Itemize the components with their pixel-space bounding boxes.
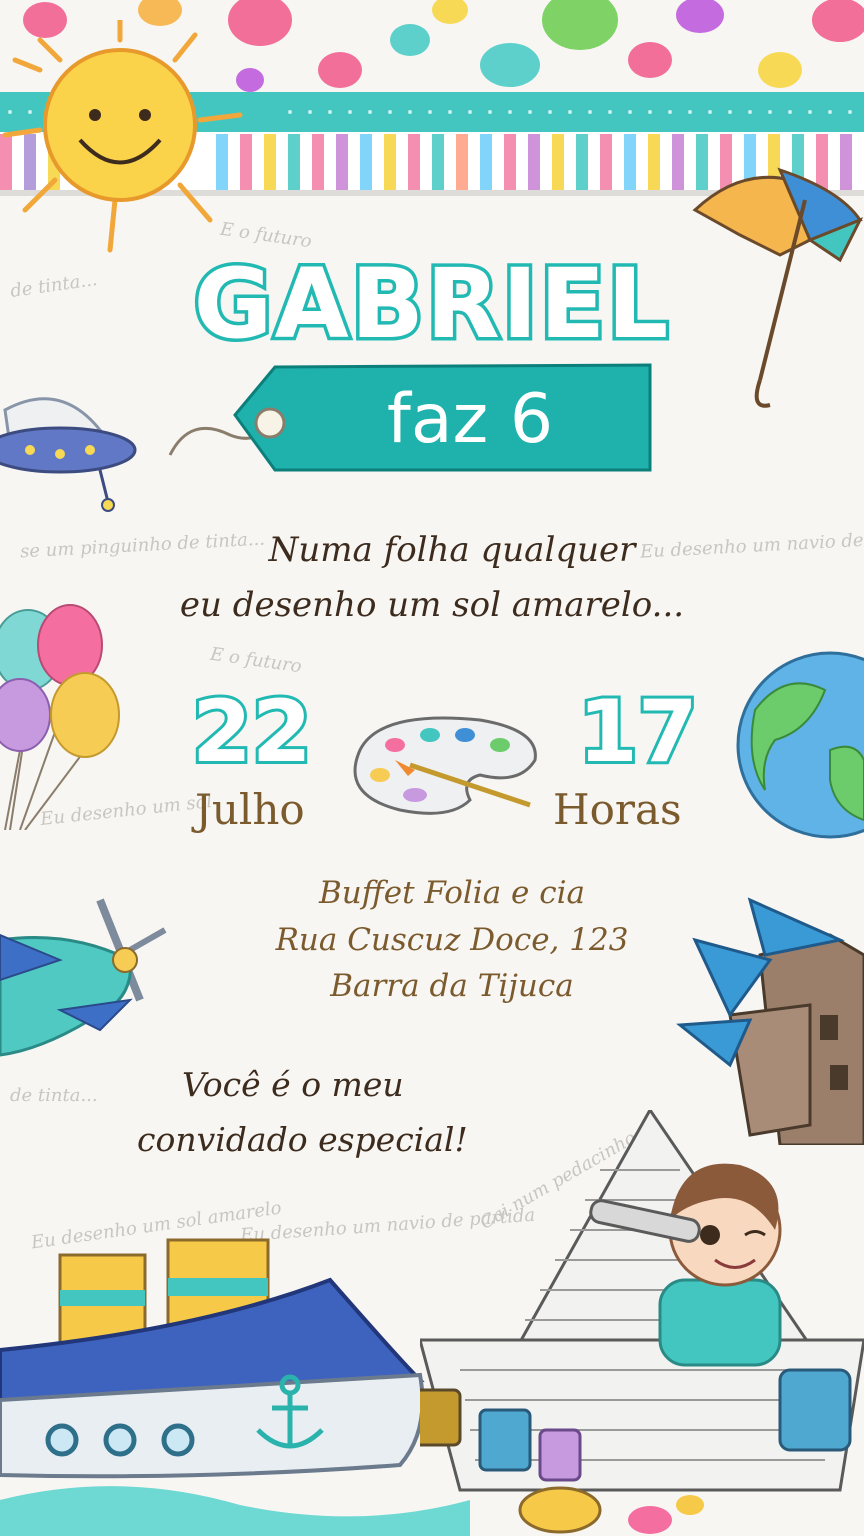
background-doodle-text: de tinta...	[10, 1085, 98, 1106]
age-tag-text: faz 6	[386, 380, 554, 459]
castle-illustration	[676, 897, 864, 1145]
birthday-child-name: GABRIEL	[190, 245, 672, 364]
paper-boat-illustration	[420, 1110, 864, 1534]
invite-line-1: Você é o meu	[182, 1065, 404, 1104]
event-month: Julho	[195, 785, 305, 834]
invite-line-2: convidado especial!	[137, 1120, 468, 1159]
poem-line-2: eu desenho um sol amarelo...	[179, 585, 685, 625]
balloons-illustration	[0, 604, 120, 830]
event-hour: 17	[575, 679, 701, 785]
ship-illustration	[0, 1238, 470, 1536]
paint-palette-icon	[353, 716, 537, 815]
background-doodle-text: E o futuro	[208, 643, 303, 678]
event-day: 22	[189, 679, 315, 785]
sun-illustration	[2, 20, 243, 253]
event-hour-label: Horas	[553, 785, 682, 834]
poem-line-1: Numa folha qualquer	[268, 530, 636, 570]
ufo-illustration	[0, 397, 137, 512]
globe-illustration	[736, 651, 864, 839]
airplane-illustration	[0, 898, 167, 1057]
